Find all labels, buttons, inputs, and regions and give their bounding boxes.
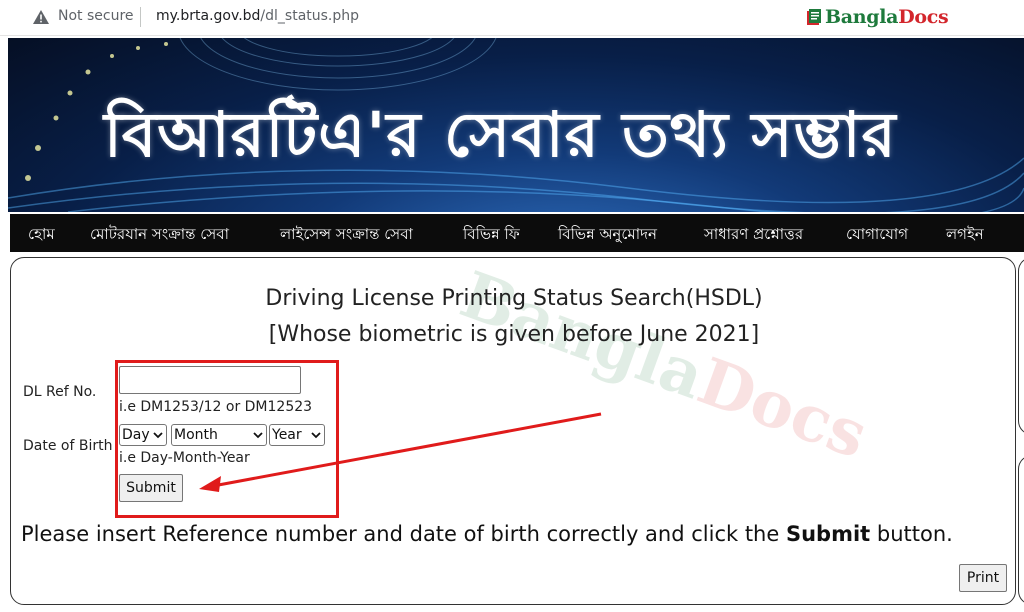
nav-item-fees[interactable]: বিভিন্ন ফি [463,223,520,248]
note-prefix: Please insert Reference number and date … [21,522,786,546]
address-bar[interactable]: Not secure my.brta.gov.bd/dl_status.php … [0,0,1024,36]
arrow-annotation [199,412,602,492]
main-nav: হোম মোটরযান সংক্রান্ত সেবা লাইসেন্স সংক্… [10,214,1024,252]
url-domain: my.brta.gov.bd [156,8,261,24]
bangladocs-logo: BanglaDocs [806,4,949,30]
page-subtitle: [Whose biometric is given before June 20… [268,322,760,347]
nav-item-approvals[interactable]: বিভিন্ন অনুমোদন [558,223,657,248]
nav-item-login[interactable]: লগইন [946,223,984,248]
address-divider [140,7,141,27]
side-panel-edge [1018,257,1024,435]
url-text[interactable]: my.brta.gov.bd/dl_status.php [156,8,359,24]
watermark-part2: Docs [688,343,877,474]
note-bold: Submit [785,522,871,546]
search-panel: BanglaDocs Driving License Printing Stat… [10,257,1016,605]
note-suffix: button. [870,522,953,546]
brand-part2: Docs [898,6,949,28]
instruction-note: Please insert Reference number and date … [21,522,953,546]
banner-title: বিআরটিএ'র সেবার তথ্য সম্ভার [104,98,897,171]
side-panel-edge-lower [1018,455,1024,605]
nav-item-home[interactable]: হোম [28,223,55,248]
nav-item-contact[interactable]: যোগাযোগ [846,223,908,248]
brand-part1: Bangla [825,6,899,28]
document-icon [807,9,821,25]
page-title: Driving License Printing Status Search(H… [265,286,763,311]
nav-item-vehicle-services[interactable]: মোটরযান সংক্রান্ত সেবা [90,223,229,248]
dob-label: Date of Birth [23,438,113,454]
security-status[interactable]: Not secure [58,8,134,24]
site-banner: বিআরটিএ'র সেবার তথ্য সম্ভার [8,38,1024,212]
print-button[interactable]: Print [959,564,1007,592]
dl-ref-label: DL Ref No. [23,384,97,400]
nav-item-faq[interactable]: সাধারণ প্রশ্নোত্তর [704,223,803,248]
warning-icon[interactable] [32,9,50,25]
nav-item-license-services[interactable]: লাইসেন্স সংক্রান্ত সেবা [280,223,413,248]
url-path: /dl_status.php [260,8,360,24]
brand-name: BanglaDocs [825,6,949,28]
